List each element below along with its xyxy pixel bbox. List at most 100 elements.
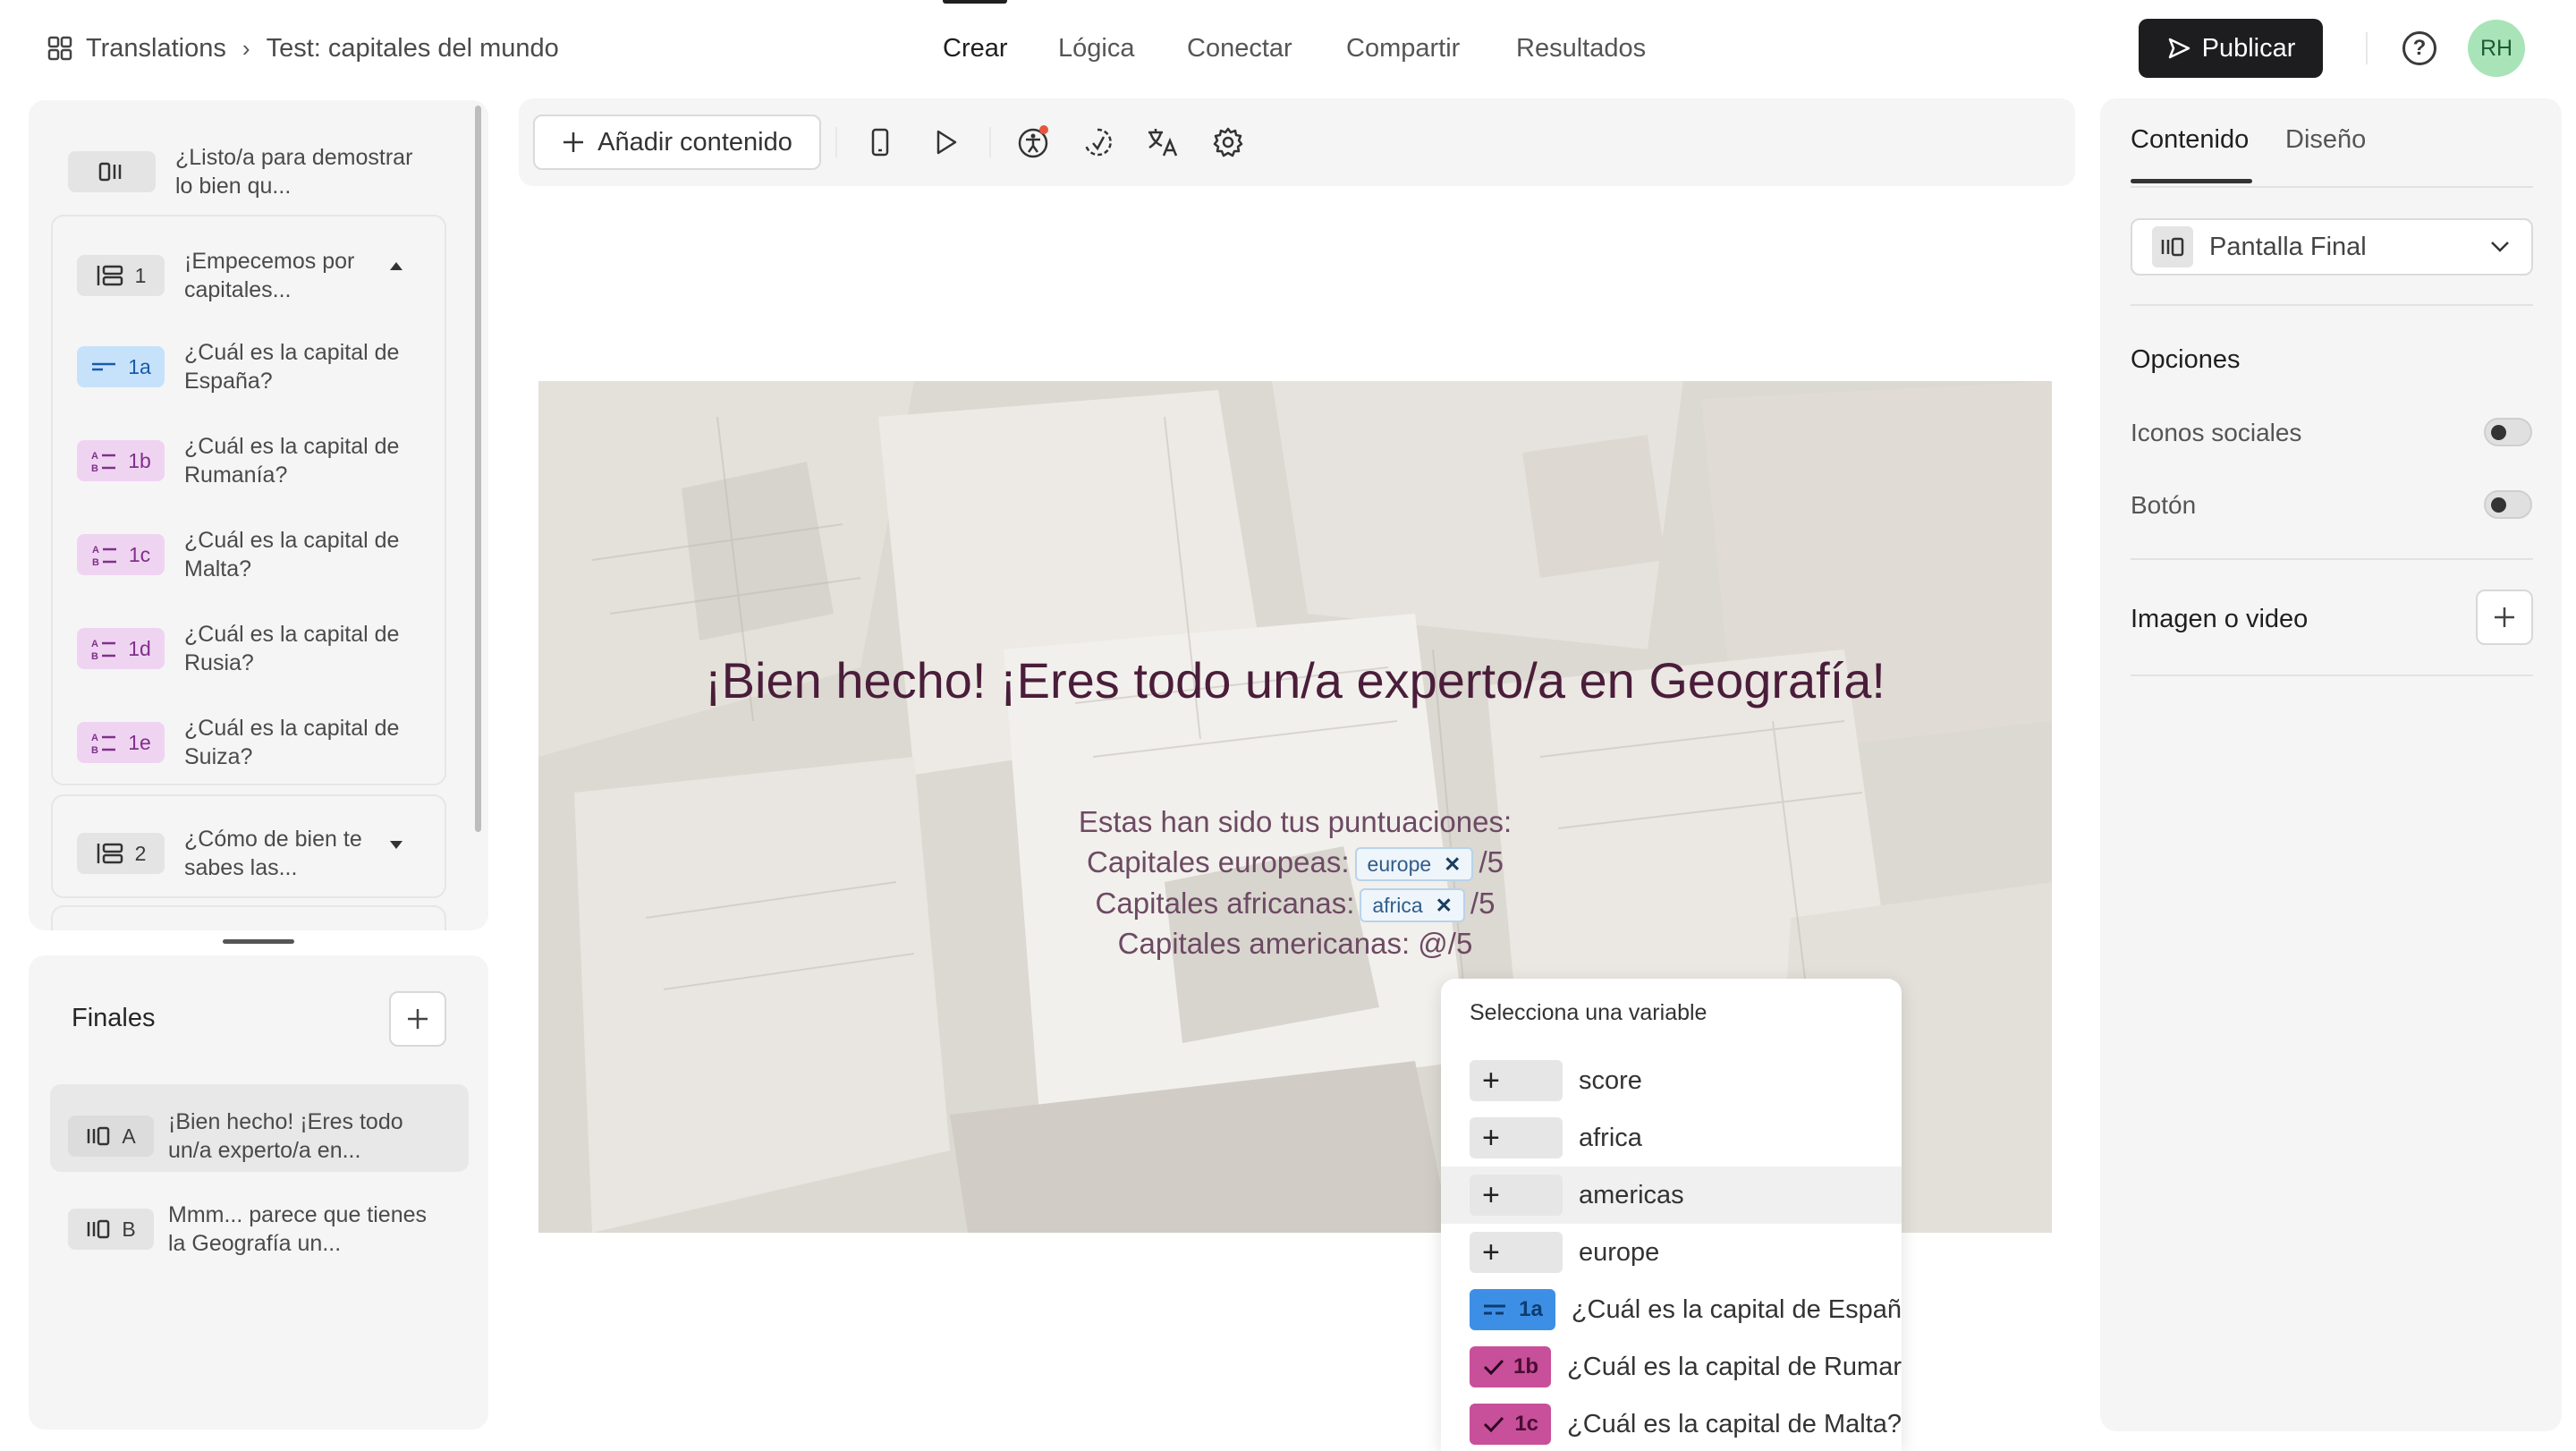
question-label: ¿Cuál es la capital de Rumanía? (184, 434, 400, 488)
welcome-screen-icon (98, 162, 122, 182)
checkmark-icon (1483, 1359, 1504, 1376)
question-item-1c[interactable]: AB 1c ¿Cuál es la capital de Malta? (77, 526, 444, 583)
variable-option-label: americas (1579, 1180, 1684, 1209)
remove-x-icon[interactable]: ✕ (1444, 844, 1461, 885)
variable-option-1a[interactable]: 1a ¿Cuál es la capital de Españ (1441, 1281, 1902, 1338)
avatar[interactable]: RH (2468, 20, 2525, 77)
translate-icon[interactable] (1144, 123, 1182, 161)
header-divider (2366, 32, 2368, 64)
variable-option-europe[interactable]: + europe (1441, 1224, 1902, 1281)
add-content-button[interactable]: Añadir contenido (533, 115, 821, 170)
play-preview-icon[interactable] (927, 123, 964, 161)
variable-option-label: ¿Cuál es la capital de Rumar (1567, 1352, 1902, 1381)
expand-caret-icon[interactable] (388, 839, 404, 852)
media-label: Imagen o video (2131, 605, 2309, 633)
collapse-caret-icon[interactable] (388, 259, 404, 272)
mobile-preview-icon[interactable] (861, 123, 899, 161)
group-2-header[interactable]: 2 ¿Cómo de bien te sabes las... (77, 825, 372, 882)
multiple-choice-icon: AB (92, 545, 116, 567)
score-line-africa[interactable]: Capitales africanas: africa ✕ /5 (538, 883, 2052, 924)
accessibility-icon[interactable] (1014, 123, 1052, 161)
ending-headline[interactable]: ¡Bien hecho! ¡Eres todo un/a experto/a e… (538, 649, 2052, 712)
question-group-3-partial[interactable] (51, 905, 446, 930)
ending-a-badge: A (68, 1116, 154, 1157)
multiple-choice-icon: AB (91, 639, 116, 661)
svg-text:A: A (92, 545, 99, 556)
tab-diseno[interactable]: Diseño (2285, 125, 2366, 155)
remove-x-icon[interactable]: ✕ (1436, 885, 1453, 926)
variable-tag: 1b (1470, 1346, 1552, 1387)
sidebar-scrollbar[interactable] (475, 106, 481, 832)
variable-option-1c[interactable]: 1c ¿Cuál es la capital de Malta? (1441, 1396, 1902, 1451)
variable-chip-africa[interactable]: africa ✕ (1360, 888, 1465, 923)
add-content-label: Añadir contenido (597, 127, 792, 157)
ending-screen-icon (88, 1219, 110, 1239)
tab-crear[interactable]: Crear (943, 30, 1008, 66)
score-africa-suffix: /5 (1470, 887, 1496, 920)
group-1-header[interactable]: 1 ¡Empecemos por capitales... (77, 247, 372, 304)
variable-option-label: europe (1579, 1237, 1660, 1267)
scores-intro[interactable]: Estas han sido tus puntuaciones: (538, 802, 2052, 843)
breadcrumb-current[interactable]: Test: capitales del mundo (267, 34, 559, 64)
question-label: ¿Cuál es la capital de Malta? (184, 528, 400, 581)
ending-item-b[interactable]: B Mmm... parece que tienes la Geografía … (68, 1201, 445, 1258)
score-line-americas[interactable]: Capitales americanas: @/5 (538, 923, 2052, 964)
question-item-1e[interactable]: AB 1e ¿Cuál es la capital de Suiza? (77, 714, 444, 771)
score-europe-suffix: /5 (1479, 845, 1504, 878)
tab-conectar[interactable]: Conectar (1187, 30, 1292, 66)
variable-picker-title: Selecciona una variable (1470, 1000, 1707, 1025)
screen-type-value: Pantalla Final (2209, 232, 2367, 261)
group-2-badge: 2 (77, 833, 165, 874)
variable-option-americas[interactable]: + americas (1441, 1167, 1902, 1224)
ending-item-a[interactable]: A ¡Bien hecho! ¡Eres todo un/a experto/a… (68, 1107, 436, 1165)
svg-text:A: A (91, 451, 98, 462)
group-1-badge: 1 (77, 255, 165, 296)
breadcrumb: Translations › Test: capitales del mundo (47, 30, 559, 66)
question-label: ¿Cuál es la capital de Suiza? (184, 716, 400, 769)
settings-gear-icon[interactable] (1209, 123, 1247, 161)
chevron-down-icon (2491, 242, 2509, 252)
logic-loop-icon[interactable] (1079, 123, 1116, 161)
score-line-europe[interactable]: Capitales europeas: europe ✕ /5 (538, 842, 2052, 883)
chevron-right-icon: › (242, 34, 250, 62)
variable-option-label: africa (1579, 1123, 1642, 1152)
social-icons-label: Iconos sociales (2131, 419, 2302, 446)
social-icons-toggle[interactable] (2484, 418, 2532, 446)
variable-chip-europe[interactable]: europe ✕ (1354, 847, 1474, 882)
ending-screen-icon (2152, 226, 2193, 267)
question-item-1d[interactable]: AB 1d ¿Cuál es la capital de Rusia? (77, 620, 444, 677)
question-item-1b[interactable]: AB 1b ¿Cuál es la capital de Rumanía? (77, 432, 444, 489)
variable-tag: + (1470, 1117, 1563, 1158)
screen-type-select[interactable]: Pantalla Final (2131, 218, 2533, 276)
breadcrumb-root[interactable]: Translations (86, 34, 226, 64)
question-id: 1e (128, 730, 151, 754)
welcome-badge (68, 151, 156, 192)
add-media-button[interactable] (2476, 590, 2533, 645)
tab-compartir[interactable]: Compartir (1346, 30, 1460, 66)
variable-option-1b[interactable]: 1b ¿Cuál es la capital de Rumar (1441, 1338, 1902, 1396)
help-icon[interactable]: ? (2402, 31, 2436, 65)
ending-label: ¡Bien hecho! ¡Eres todo un/a experto/a e… (168, 1109, 403, 1163)
variable-option-label: ¿Cuál es la capital de Malta? (1567, 1409, 1902, 1438)
variable-option-africa[interactable]: + africa (1441, 1109, 1902, 1167)
ending-b-badge: B (68, 1209, 154, 1250)
question-id: 1b (128, 448, 151, 472)
tab-contenido[interactable]: Contenido (2131, 125, 2249, 155)
right-tab-indicator (2131, 179, 2252, 183)
panel-resize-handle[interactable] (223, 939, 294, 944)
button-toggle[interactable] (2484, 490, 2532, 519)
question-item-1a[interactable]: 1a ¿Cuál es la capital de España? (77, 338, 444, 395)
tab-resultados[interactable]: Resultados (1516, 30, 1646, 66)
publish-label: Publicar (2201, 33, 2296, 63)
tab-logica[interactable]: Lógica (1058, 30, 1134, 66)
variable-chip-label: africa (1372, 894, 1423, 918)
divider (2131, 675, 2533, 676)
add-ending-button[interactable] (389, 991, 446, 1047)
variable-tag: + (1470, 1232, 1563, 1273)
variable-picker-dropdown: Selecciona una variable + score + africa… (1441, 979, 1902, 1451)
top-navigation: Translations › Test: capitales del mundo… (0, 0, 2576, 97)
welcome-screen-item[interactable]: ¿Listo/a para demostrar lo bien qu... (68, 143, 435, 200)
question-badge: AB 1e (77, 722, 165, 763)
variable-option-score[interactable]: + score (1441, 1052, 1902, 1109)
publish-button[interactable]: Publicar (2139, 19, 2323, 78)
